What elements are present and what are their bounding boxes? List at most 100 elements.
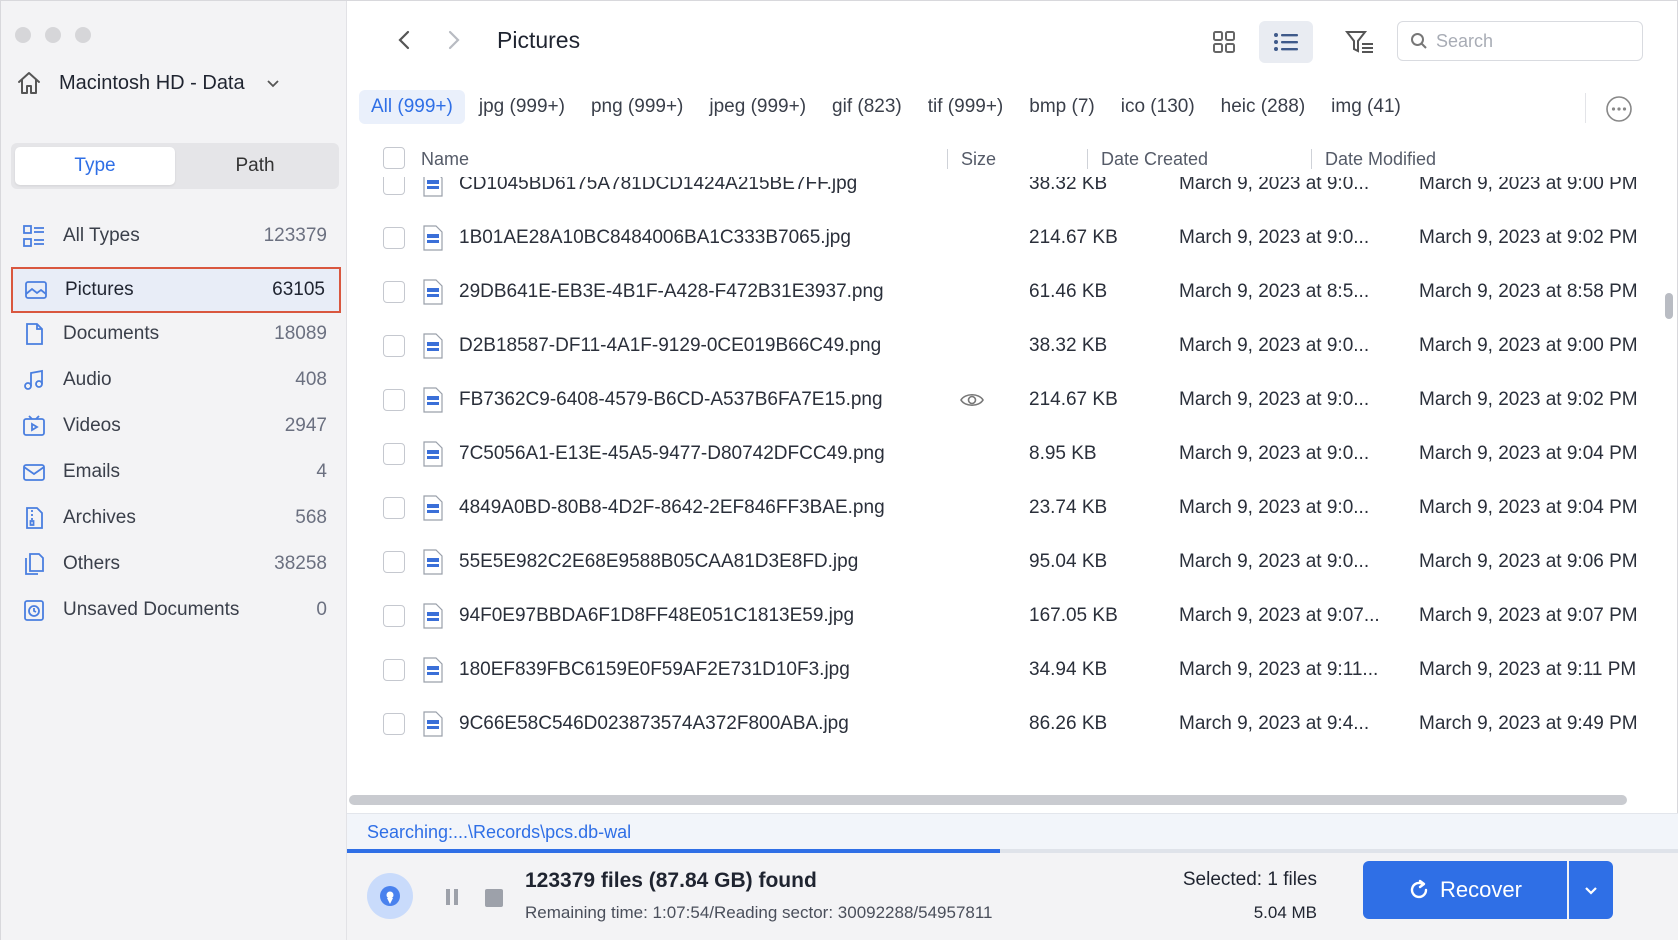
location-pin-icon	[380, 886, 400, 906]
vertical-scrollbar[interactable]	[1663, 177, 1675, 777]
forward-button[interactable]	[439, 25, 469, 55]
type-item-label: Emails	[63, 461, 121, 482]
minimize-window-button[interactable]	[45, 27, 61, 43]
filter-chip-img[interactable]: img (41)	[1319, 90, 1413, 124]
image-file-icon	[421, 657, 445, 683]
main-panel: Pictures All (999+) jpg (999+) png (999+…	[347, 1, 1678, 940]
type-item-count: 568	[295, 507, 327, 528]
image-file-icon	[421, 603, 445, 629]
file-date-created: March 9, 2023 at 9:0...	[1179, 227, 1370, 248]
tab-path[interactable]: Path	[175, 147, 335, 185]
home-icon[interactable]	[15, 69, 43, 97]
image-file-icon	[421, 549, 445, 575]
table-row[interactable]: CD1045BD6175A781DCD1424A215BE7FF.jpg 38.3…	[347, 177, 1667, 213]
back-button[interactable]	[389, 25, 419, 55]
filter-chip-png[interactable]: png (999+)	[579, 90, 695, 124]
type-item-count: 2947	[284, 415, 327, 436]
row-checkbox[interactable]	[383, 443, 405, 465]
type-item-videos[interactable]: Videos 2947	[11, 403, 341, 449]
preview-eye-icon[interactable]	[959, 389, 985, 411]
image-file-icon	[421, 177, 445, 197]
row-checkbox[interactable]	[383, 713, 405, 735]
table-row[interactable]: 1B01AE28A10BC8484006BA1C333B7065.jpg 214.…	[347, 209, 1667, 267]
list-view-button[interactable]	[1259, 21, 1313, 63]
column-header-size[interactable]: Size	[961, 149, 996, 170]
table-row[interactable]: 55E5E982C2E68E9588B05CAA81D3E8FD.jpg 95.0…	[347, 533, 1667, 591]
row-checkbox[interactable]	[383, 335, 405, 357]
filter-chip-ico[interactable]: ico (130)	[1109, 90, 1207, 124]
table-header: Name Size Date Created Date Modified	[347, 141, 1667, 177]
file-size: 167.05 KB	[1029, 605, 1118, 626]
table-row[interactable]: 180EF839FBC6159E0F59AF2E731D10F3.jpg 34.9…	[347, 641, 1667, 699]
pictures-icon	[23, 277, 49, 303]
filter-chip-bmp[interactable]: bmp (7)	[1017, 90, 1106, 124]
row-checkbox[interactable]	[383, 281, 405, 303]
grid-view-button[interactable]	[1197, 21, 1251, 63]
file-date-created: March 9, 2023 at 9:0...	[1179, 443, 1370, 464]
pause-button[interactable]	[443, 887, 461, 907]
row-checkbox[interactable]	[383, 177, 405, 195]
file-list: CD1045BD6175A781DCD1424A215BE7FF.jpg 38.3…	[347, 177, 1667, 781]
type-item-all-types[interactable]: All Types 123379	[11, 213, 341, 259]
table-row[interactable]: 94F0E97BBDA6F1D8FF48E051C1813E59.jpg 167.…	[347, 587, 1667, 645]
chevron-down-icon	[1585, 887, 1597, 895]
row-checkbox[interactable]	[383, 605, 405, 627]
type-item-count: 38258	[274, 553, 327, 574]
stop-button[interactable]	[485, 889, 503, 907]
vertical-scroll-thumb[interactable]	[1665, 293, 1673, 319]
row-checkbox[interactable]	[383, 227, 405, 249]
search-box[interactable]	[1397, 21, 1643, 61]
row-checkbox[interactable]	[383, 497, 405, 519]
column-separator[interactable]	[947, 149, 948, 169]
column-separator[interactable]	[1087, 149, 1088, 169]
filter-button[interactable]	[1333, 21, 1387, 63]
close-window-button[interactable]	[15, 27, 31, 43]
type-item-emails[interactable]: Emails 4	[11, 449, 341, 495]
filter-chip-heic[interactable]: heic (288)	[1209, 90, 1318, 124]
filter-chip-all[interactable]: All (999+)	[359, 90, 465, 124]
recover-button[interactable]: Recover	[1363, 861, 1567, 919]
type-item-label: Documents	[63, 323, 160, 344]
recover-dropdown-button[interactable]	[1569, 861, 1613, 919]
tab-type[interactable]: Type	[15, 147, 175, 185]
type-item-documents[interactable]: Documents 18089	[11, 311, 341, 357]
table-row[interactable]: 4849A0BD-80B8-4D2F-8642-2EF846FF3BAE.png…	[347, 479, 1667, 537]
row-checkbox[interactable]	[383, 659, 405, 681]
chevron-down-icon[interactable]	[265, 75, 281, 91]
type-list: All Types 123379 Pictures 63105 Document…	[11, 213, 341, 633]
image-file-icon	[421, 333, 445, 359]
filter-chip-jpg[interactable]: jpg (999+)	[467, 90, 577, 124]
type-item-others[interactable]: Others 38258	[11, 541, 341, 587]
type-item-archives[interactable]: Archives 568	[11, 495, 341, 541]
filter-chip-tif[interactable]: tif (999+)	[916, 90, 1016, 124]
column-header-name[interactable]: Name	[421, 149, 469, 170]
table-row[interactable]: 9C66E58C546D023873574A372F800ABA.jpg 86.2…	[347, 695, 1667, 753]
drive-selector[interactable]: Macintosh HD - Data	[15, 65, 281, 101]
horizontal-scrollbar[interactable]	[349, 795, 1627, 805]
more-options-button[interactable]	[1605, 95, 1633, 123]
search-status-bar: Searching:...\Records\pcs.db-wal	[347, 813, 1678, 851]
row-checkbox[interactable]	[383, 389, 405, 411]
column-header-date-created[interactable]: Date Created	[1101, 149, 1208, 170]
footer-bar: 123379 files (87.84 GB) found Remaining …	[347, 853, 1678, 940]
table-row[interactable]: 7C5056A1-E13E-45A5-9477-D80742DFCC49.png…	[347, 425, 1667, 483]
search-input[interactable]	[1436, 30, 1626, 52]
row-checkbox[interactable]	[383, 551, 405, 573]
type-item-pictures[interactable]: Pictures 63105	[11, 267, 341, 313]
file-size: 86.26 KB	[1029, 713, 1108, 734]
type-item-count: 4	[316, 461, 327, 482]
column-separator[interactable]	[1311, 149, 1312, 169]
page-title: Pictures	[497, 27, 581, 53]
zoom-window-button[interactable]	[75, 27, 91, 43]
select-all-checkbox[interactable]	[383, 147, 405, 169]
image-file-icon	[421, 279, 445, 305]
filter-chip-jpeg[interactable]: jpeg (999+)	[697, 90, 818, 124]
location-button[interactable]	[367, 873, 413, 919]
table-row[interactable]: 29DB641E-EB3E-4B1F-A428-F472B31E3937.png…	[347, 263, 1667, 321]
filter-chip-gif[interactable]: gif (823)	[820, 90, 914, 124]
table-row[interactable]: D2B18587-DF11-4A1F-9129-0CE019B66C49.png…	[347, 317, 1667, 375]
type-item-unsaved-documents[interactable]: Unsaved Documents 0	[11, 587, 341, 633]
column-header-date-modified[interactable]: Date Modified	[1325, 149, 1436, 170]
table-row[interactable]: FB7362C9-6408-4579-B6CD-A537B6FA7E15.png…	[347, 371, 1667, 429]
type-item-audio[interactable]: Audio 408	[11, 357, 341, 403]
